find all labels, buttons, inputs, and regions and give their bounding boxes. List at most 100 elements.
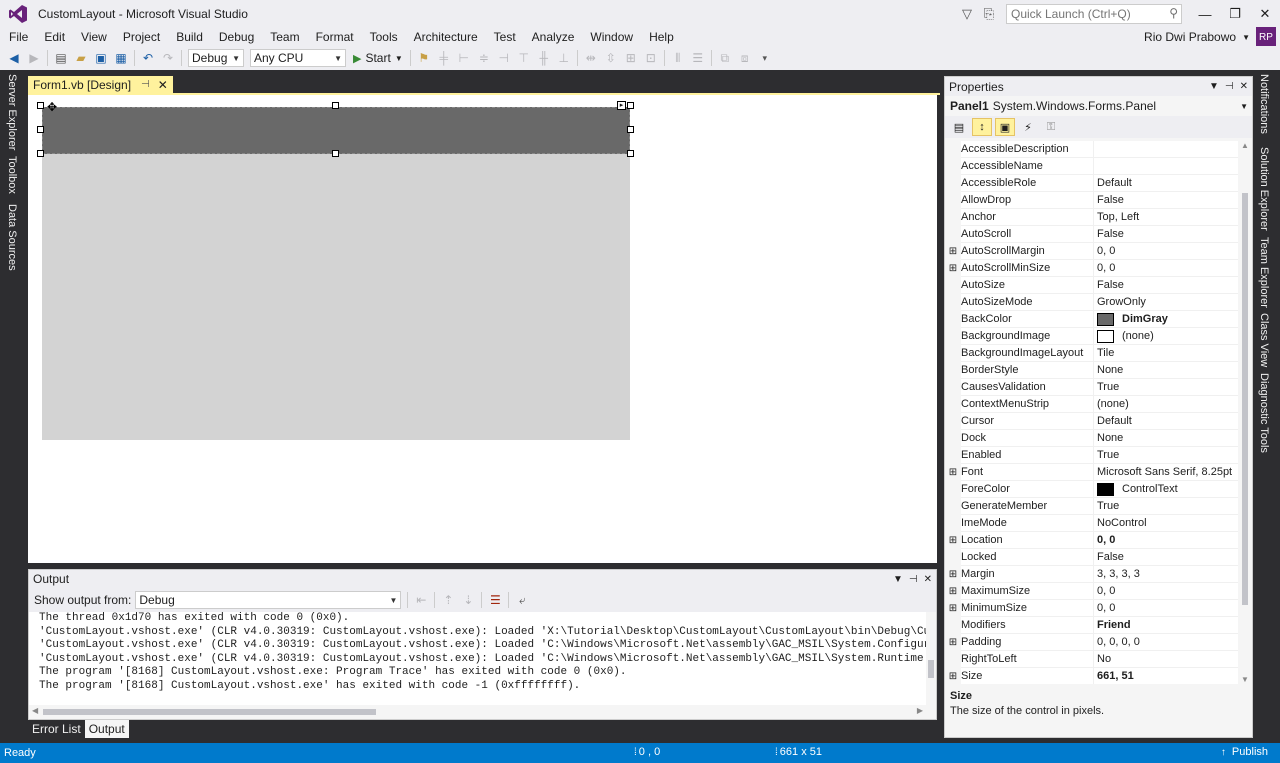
horizontal-spacing-icon[interactable]: ⫴ [668, 48, 688, 68]
make-same-size-icon[interactable]: ⊞ [621, 48, 641, 68]
property-value[interactable]: None [1094, 430, 1238, 447]
properties-view-icon[interactable]: ▣ [995, 118, 1015, 136]
property-value[interactable]: DimGray [1094, 311, 1238, 328]
property-value[interactable]: False [1094, 549, 1238, 566]
expand-icon[interactable]: ⊞ [945, 260, 961, 277]
menu-format[interactable]: Format [308, 28, 362, 46]
property-row[interactable]: AutoSizeMode GrowOnly [945, 294, 1238, 311]
vertical-spacing-icon[interactable]: ☰ [688, 48, 708, 68]
property-row[interactable]: ⊞ MinimumSize 0, 0 [945, 600, 1238, 617]
close-icon[interactable]: ✕ [158, 78, 168, 92]
property-value[interactable]: Default [1094, 175, 1238, 192]
events-icon[interactable]: ⚡ [1018, 118, 1038, 136]
property-value[interactable]: 0, 0 [1094, 583, 1238, 600]
align-tops-icon[interactable]: ⊤ [514, 48, 534, 68]
previous-message-icon[interactable]: ⇡ [438, 590, 458, 610]
property-value[interactable]: Default [1094, 413, 1238, 430]
property-name[interactable]: Location [961, 532, 1094, 549]
property-row[interactable]: ⊞ MaximumSize 0, 0 [945, 583, 1238, 600]
search-icon[interactable]: ⚲ [1169, 6, 1178, 20]
make-same-height-icon[interactable]: ⇳ [601, 48, 621, 68]
tab-notifications[interactable]: Notifications [1258, 74, 1270, 134]
close-window-button[interactable]: ✕ [1250, 0, 1280, 28]
property-row[interactable]: ⊞ Margin 3, 3, 3, 3 [945, 566, 1238, 583]
menu-view[interactable]: View [73, 28, 115, 46]
align-middles-icon[interactable]: ╫ [534, 48, 554, 68]
window-position-icon[interactable]: ▼ [893, 574, 903, 585]
property-name[interactable]: Modifiers [961, 617, 1094, 634]
property-row[interactable]: ContextMenuStrip (none) [945, 396, 1238, 413]
publish-button[interactable]: ↑ Publish [1221, 746, 1268, 758]
form-designer-surface[interactable]: ✥ ▸ [28, 95, 937, 563]
maximize-button[interactable]: ❐ [1220, 0, 1250, 28]
property-row[interactable]: ⊞ AutoScrollMargin 0, 0 [945, 243, 1238, 260]
scrollbar-thumb[interactable] [43, 709, 376, 715]
menu-file[interactable]: File [0, 28, 36, 46]
output-text[interactable]: The thread 0x1d70 has exited with code 0… [29, 612, 927, 706]
align-bottoms-icon[interactable]: ⊥ [554, 48, 574, 68]
expand-icon[interactable]: ⊞ [945, 668, 961, 684]
property-row[interactable]: AutoSize False [945, 277, 1238, 294]
tab-solution-explorer[interactable]: Solution Explorer [1258, 147, 1270, 231]
open-file-icon[interactable]: ▰ [71, 48, 91, 68]
menu-team[interactable]: Team [262, 28, 307, 46]
output-vertical-scrollbar[interactable] [926, 612, 936, 706]
undo-icon[interactable]: ↶ [138, 48, 158, 68]
scroll-down-icon[interactable]: ▼ [1241, 675, 1249, 684]
size-to-grid-icon[interactable]: ⊡ [641, 48, 661, 68]
align-rights-icon[interactable]: ⊣ [494, 48, 514, 68]
property-name[interactable]: AutoScrollMargin [961, 243, 1094, 260]
make-same-width-icon[interactable]: ⇹ [581, 48, 601, 68]
find-in-files-icon[interactable]: ⚑ [414, 48, 434, 68]
property-name[interactable]: BackgroundImage [961, 328, 1094, 345]
tab-server-explorer[interactable]: Server Explorer [6, 74, 18, 150]
property-value[interactable]: Friend [1094, 617, 1238, 634]
property-name[interactable]: Padding [961, 634, 1094, 651]
scroll-left-icon[interactable]: ◀ [32, 706, 38, 715]
save-all-icon[interactable]: ▦ [111, 48, 131, 68]
property-pages-icon[interactable]: ⚿ [1041, 118, 1061, 136]
solution-configuration-select[interactable]: Debug ▼ [188, 49, 244, 67]
minimize-button[interactable]: — [1190, 0, 1220, 28]
property-name[interactable]: Enabled [961, 447, 1094, 464]
property-grid[interactable]: AccessibleDescription AccessibleName Acces… [945, 141, 1238, 684]
properties-vertical-scrollbar[interactable]: ▲ ▼ [1238, 141, 1252, 684]
avatar[interactable]: RP [1256, 27, 1276, 47]
expand-icon[interactable]: ⊞ [945, 583, 961, 600]
property-value[interactable]: GrowOnly [1094, 294, 1238, 311]
find-message-icon[interactable]: ⇤ [411, 590, 431, 610]
chevron-down-icon[interactable]: ▼ [1242, 33, 1250, 42]
menu-analyze[interactable]: Analyze [524, 28, 583, 46]
new-project-icon[interactable]: ▤ [51, 48, 71, 68]
property-name[interactable]: BackgroundImageLayout [961, 345, 1094, 362]
property-row[interactable]: ImeMode NoControl [945, 515, 1238, 532]
scrollbar-thumb[interactable] [928, 660, 934, 678]
property-row[interactable]: Enabled True [945, 447, 1238, 464]
property-name[interactable]: BackColor [961, 311, 1094, 328]
property-row[interactable]: RightToLeft No [945, 651, 1238, 668]
tab-output[interactable]: Output [84, 720, 129, 738]
align-lefts-icon[interactable]: ⊢ [454, 48, 474, 68]
property-name[interactable]: AllowDrop [961, 192, 1094, 209]
resize-handle-top-left[interactable] [37, 102, 44, 109]
menu-edit[interactable]: Edit [36, 28, 73, 46]
property-row[interactable]: AccessibleName [945, 158, 1238, 175]
pin-icon[interactable]: ⊣ [1225, 81, 1234, 92]
property-row[interactable]: Locked False [945, 549, 1238, 566]
resize-handle-top[interactable] [332, 102, 339, 109]
property-name[interactable]: AccessibleName [961, 158, 1094, 175]
property-value[interactable]: (none) [1094, 328, 1238, 345]
property-name[interactable]: RightToLeft [961, 651, 1094, 668]
property-name[interactable]: Anchor [961, 209, 1094, 226]
property-row[interactable]: Anchor Top, Left [945, 209, 1238, 226]
expand-icon[interactable]: ⊞ [945, 600, 961, 617]
property-row[interactable]: GenerateMember True [945, 498, 1238, 515]
property-name[interactable]: ForeColor [961, 481, 1094, 498]
property-value[interactable]: (none) [1094, 396, 1238, 413]
property-value[interactable]: False [1094, 277, 1238, 294]
property-row[interactable]: AccessibleDescription [945, 141, 1238, 158]
property-name[interactable]: Font [961, 464, 1094, 481]
menu-project[interactable]: Project [115, 28, 168, 46]
expand-icon[interactable]: ⊞ [945, 566, 961, 583]
property-row[interactable]: AllowDrop False [945, 192, 1238, 209]
